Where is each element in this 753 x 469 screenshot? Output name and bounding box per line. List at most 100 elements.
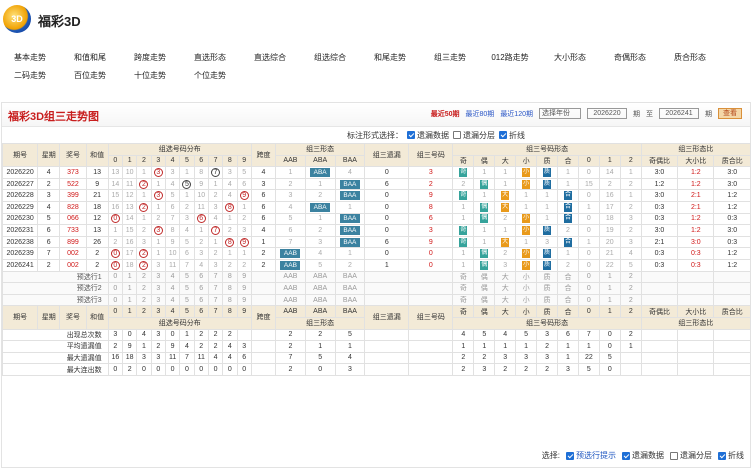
digit-cell: 3: [408, 166, 454, 179]
nav-link[interactable]: 组选综合: [300, 52, 360, 63]
shape-cell: 2: [494, 247, 517, 260]
nav-link[interactable]: 大小形态: [540, 52, 600, 63]
stat-form: 2: [275, 340, 306, 353]
shape-header: 偶: [473, 154, 496, 168]
shape-cell: 1: [577, 235, 600, 249]
digit-cell: 6: [408, 212, 454, 226]
forecast-digit: 6: [193, 293, 209, 307]
sum-cell: 9: [85, 177, 109, 191]
nav-link[interactable]: 跨度走势: [120, 52, 180, 63]
nav-link[interactable]: 十位走势: [120, 70, 180, 81]
from-input[interactable]: 2026220: [587, 108, 627, 119]
checkbox[interactable]: [499, 131, 507, 140]
option-item[interactable]: 折线: [499, 130, 525, 141]
stat-digit: 4: [207, 351, 224, 365]
query-button[interactable]: 查看: [718, 108, 742, 119]
nav-link[interactable]: 和尾走势: [360, 52, 420, 63]
forecast-row[interactable]: 预选行1 0 1 2 3 4 5 6 7 8 9 AAB ABA BAA 奇偶大小质合 0 1 2: [2, 270, 751, 284]
shape-cell: 偶: [473, 258, 496, 272]
nav-link[interactable]: 质合形态: [660, 52, 720, 63]
option-item[interactable]: 遗漏数据: [407, 130, 449, 141]
form-cell: BAA: [334, 189, 366, 202]
stat-digit: [236, 328, 252, 342]
stat-shape: 6: [557, 328, 579, 342]
nav-link[interactable]: 和值和尾: [60, 52, 120, 63]
hit-mark: 2: [139, 249, 149, 259]
digit-cell: 3: [408, 224, 454, 237]
shape-header: 质: [536, 154, 558, 168]
ratio-cell: 1:2: [677, 224, 715, 237]
col-span: 跨度: [250, 142, 277, 168]
stat-shape: 2: [452, 351, 475, 365]
forecast-row[interactable]: 预选行3 0 1 2 3 4 5 6 7 8 9 AAB ABA BAA 奇偶大小质合 0 1 2: [2, 293, 751, 307]
hit-mark: 9: [239, 191, 249, 201]
col-sum: 和值: [85, 142, 109, 168]
shape-cell: 质: [536, 166, 558, 179]
forecast-digit: 5: [179, 270, 195, 284]
forecast-digit: 1: [121, 293, 138, 307]
dist-cell: 5: [179, 235, 195, 249]
forecast-row[interactable]: 预选行2 0 1 2 3 4 5 6 7 8 9 AAB ABA BAA 奇偶大小质合 0 1 2: [2, 282, 751, 295]
nav-link[interactable]: 百位走势: [60, 70, 120, 81]
period-label: 期: [633, 110, 640, 118]
checkbox[interactable]: [622, 451, 630, 460]
dist-cell: 2: [136, 247, 152, 260]
shape-cell: 1: [557, 166, 579, 179]
option-item[interactable]: 遗漏数据: [622, 450, 664, 461]
shape-cell: 1: [452, 247, 475, 260]
shape-cell: 小: [515, 224, 538, 237]
stat-shape: 3: [536, 351, 558, 365]
shape-cell-mark: 小: [522, 225, 531, 235]
to-input[interactable]: 2026241: [659, 108, 699, 119]
stat-digit: 0: [179, 363, 195, 376]
checkbox[interactable]: [718, 451, 726, 460]
shape-cell: 17: [598, 200, 621, 214]
nav-link[interactable]: 奇偶形态: [600, 52, 660, 63]
miss-cell: 0: [364, 189, 410, 202]
recent-120-link[interactable]: 最近120期: [500, 109, 533, 119]
nav-link[interactable]: 个位走势: [180, 70, 240, 81]
option-item[interactable]: 预选行提示: [566, 450, 616, 461]
ratio-header: 奇偶比: [640, 154, 679, 168]
checkbox[interactable]: [453, 131, 461, 140]
nav-link[interactable]: 直选综合: [240, 52, 300, 63]
forecast-digit: 4: [164, 282, 181, 295]
forecast-miss: [364, 293, 410, 307]
stat-shape: 2: [494, 363, 517, 376]
shape-cell-mark: 偶: [480, 249, 489, 259]
checkbox[interactable]: [566, 451, 574, 460]
digit-header: 6: [193, 305, 209, 318]
year-select[interactable]: 选择年份: [539, 108, 581, 119]
nav-link[interactable]: 直选形态: [180, 52, 240, 63]
option-item[interactable]: 遗漏分层: [453, 130, 495, 141]
shape-cell: 奇: [452, 224, 475, 237]
shape-header: 合: [557, 154, 579, 168]
dist-cell: 15: [121, 224, 138, 237]
stat-shape: 0: [598, 340, 621, 353]
digit-header: 3: [150, 154, 166, 168]
recent-50-link[interactable]: 最近50期: [431, 109, 460, 119]
shape-cell: 1: [473, 235, 496, 249]
nav-link[interactable]: 基本走势: [0, 52, 60, 63]
checkbox[interactable]: [670, 451, 678, 460]
shape-cell: 2: [557, 224, 579, 237]
nav-link[interactable]: 组三走势: [420, 52, 480, 63]
nav-link[interactable]: 二码走势: [0, 70, 60, 81]
shape-cell-mark: 小: [522, 249, 531, 259]
dist-cell: 1: [136, 212, 152, 226]
sum-cell: 18: [85, 200, 109, 214]
shape-cell: 小: [515, 247, 538, 260]
forecast-shape: 奇: [452, 293, 475, 307]
recent-80-link[interactable]: 最近80期: [466, 109, 495, 119]
option-item[interactable]: 折线: [718, 450, 744, 461]
stat-span: [250, 328, 277, 342]
forecast-shape: 偶: [473, 282, 496, 295]
checkbox[interactable]: [407, 131, 415, 140]
option-item[interactable]: 遗漏分层: [670, 450, 712, 461]
option-label: 折线: [728, 451, 744, 460]
stat-digit: 16: [107, 351, 124, 365]
forecast-form: AAB: [275, 293, 306, 307]
shape-header: 偶: [473, 305, 496, 318]
nav-link[interactable]: 012路走势: [480, 52, 540, 63]
stat-digit: 3: [236, 340, 252, 353]
